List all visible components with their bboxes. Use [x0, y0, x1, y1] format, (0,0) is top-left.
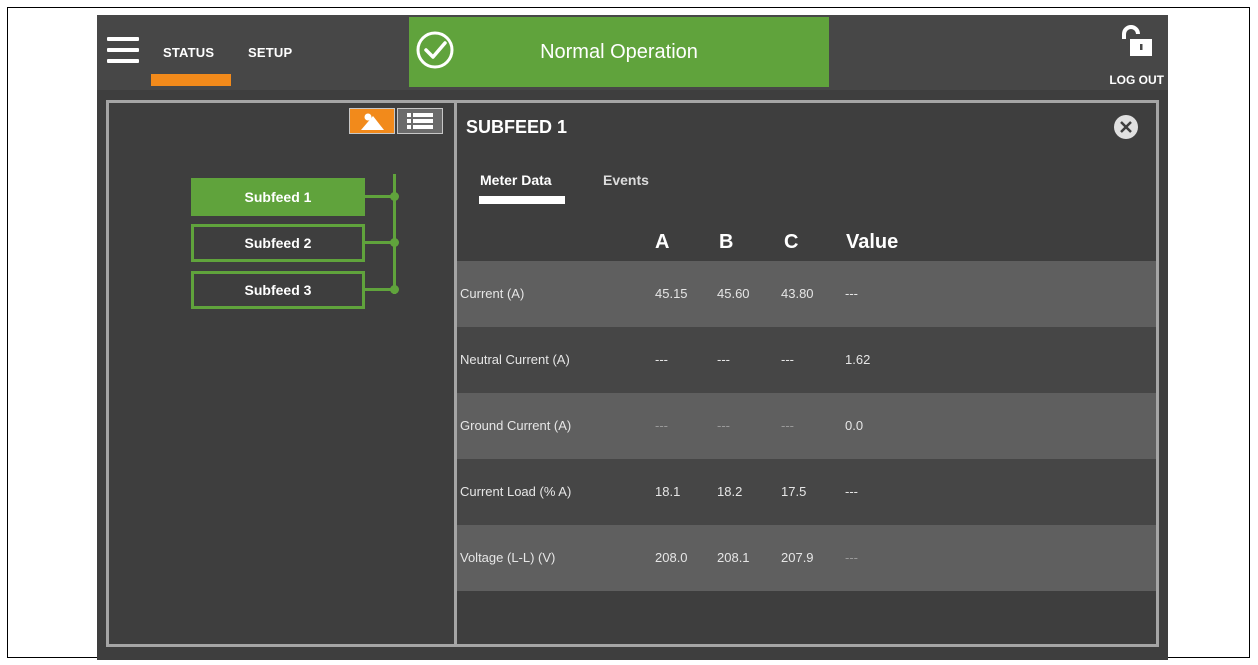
list-view-button[interactable]: [397, 108, 443, 134]
cell-a: 45.15: [655, 286, 688, 301]
cell-value: ---: [845, 484, 858, 499]
subfeed-3-button[interactable]: Subfeed 3: [191, 271, 365, 309]
unlocked-padlock-icon: [1122, 25, 1152, 56]
cell-b: 45.60: [717, 286, 750, 301]
subfeed-2-button[interactable]: Subfeed 2: [191, 224, 365, 262]
cell-b: 18.2: [717, 484, 743, 499]
column-header-a: A: [655, 231, 670, 253]
table-row: Voltage (L-L) (V) 208.0 208.1 207.9 ---: [457, 525, 1156, 591]
diagram-view-button[interactable]: [349, 108, 395, 134]
cell-a: ---: [655, 352, 668, 367]
tab-setup[interactable]: SETUP: [248, 45, 292, 60]
cell-c: ---: [781, 352, 794, 367]
cell-c: ---: [781, 418, 794, 433]
tab-status[interactable]: STATUS: [163, 45, 214, 60]
cell-c: 43.80: [781, 286, 814, 301]
tab-events[interactable]: Events: [603, 172, 649, 188]
hamburger-menu-icon[interactable]: [107, 37, 139, 63]
row-label: Current Load (% A): [460, 484, 572, 499]
cell-value: ---: [845, 550, 858, 565]
logout-label: LOG OUT: [1109, 73, 1164, 87]
cell-b: ---: [717, 418, 730, 433]
logout-button[interactable]: LOG OUT: [1104, 25, 1164, 87]
bus-junction: [390, 192, 399, 201]
cell-a: 208.0: [655, 550, 688, 565]
cell-value: 0.0: [845, 418, 864, 433]
status-banner: Normal Operation: [409, 17, 829, 87]
cell-c: 17.5: [781, 484, 807, 499]
table-row: Ground Current (A) --- --- --- 0.0: [457, 393, 1156, 459]
tab-meter-data[interactable]: Meter Data: [480, 172, 552, 188]
status-text: Normal Operation: [540, 41, 698, 63]
column-header-c: C: [784, 231, 799, 253]
cell-a: 18.1: [655, 484, 681, 499]
list-view-icon: [407, 113, 433, 129]
row-label: Ground Current (A): [460, 418, 572, 433]
cell-value: ---: [845, 286, 858, 301]
subfeed-1-button[interactable]: Subfeed 1: [191, 178, 365, 216]
cell-value: 1.62: [845, 352, 871, 367]
active-tab-indicator: [151, 74, 231, 86]
table-row: Neutral Current (A) --- --- --- 1.62: [457, 327, 1156, 393]
table-row: Current (A) 45.15 45.60 43.80 ---: [457, 261, 1156, 327]
row-label: Current (A): [460, 286, 525, 301]
cell-b: ---: [717, 352, 730, 367]
bus-junction: [390, 238, 399, 247]
row-label: Voltage (L-L) (V): [460, 550, 556, 565]
bus-junction: [390, 285, 399, 294]
cell-c: 207.9: [781, 550, 814, 565]
detail-title: SUBFEED 1: [466, 117, 568, 137]
row-label: Neutral Current (A): [460, 352, 570, 367]
top-bar: STATUS SETUP Normal Operation LOG OUT: [97, 15, 1168, 90]
app-window: STATUS SETUP Normal Operation LOG OUT Su…: [97, 15, 1168, 660]
close-icon[interactable]: [1113, 114, 1139, 140]
active-tab-indicator: [479, 196, 565, 204]
column-header-value: Value: [846, 231, 899, 253]
main-panel: Subfeed 1 Subfeed 2 Subfeed 3 SUBFEED 1 …: [106, 100, 1159, 647]
cell-b: 208.1: [717, 550, 750, 565]
diagram-view-icon: [361, 113, 384, 130]
view-toggle: [349, 108, 445, 134]
table-row: Current Load (% A) 18.1 18.2 17.5 ---: [457, 459, 1156, 525]
column-header-b: B: [719, 231, 734, 253]
cell-a: ---: [655, 418, 668, 433]
